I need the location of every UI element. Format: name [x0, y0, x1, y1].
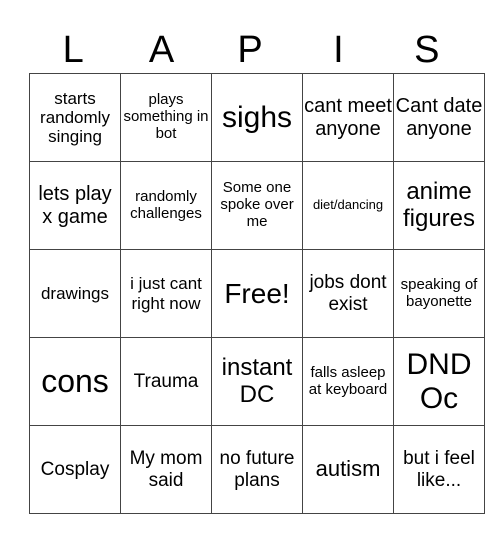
bingo-cell[interactable]: starts randomly singing	[29, 73, 121, 162]
bingo-cell[interactable]: falls asleep at keyboard	[302, 337, 394, 426]
bingo-cell[interactable]: lets play x game	[29, 161, 121, 250]
bingo-cell[interactable]: but i feel like...	[393, 425, 485, 514]
bingo-cell[interactable]: drawings	[29, 249, 121, 338]
bingo-cell[interactable]: plays something in bot	[120, 73, 212, 162]
bingo-board: starts randomly singing plays something …	[29, 73, 485, 514]
board-row: Cosplay My mom said no future plans auti…	[29, 425, 485, 514]
header-letter-s: S	[414, 29, 440, 71]
bingo-cell[interactable]: speaking of bayonette	[393, 249, 485, 338]
bingo-cell[interactable]: cons	[29, 337, 121, 426]
bingo-cell[interactable]: jobs dont exist	[302, 249, 394, 338]
board-row: cons Trauma instant DC falls asleep at k…	[29, 337, 485, 426]
bingo-cell[interactable]: anime figures	[393, 161, 485, 250]
bingo-cell[interactable]: i just cant right now	[120, 249, 212, 338]
board-row: lets play x game randomly challenges Som…	[29, 161, 485, 250]
bingo-cell[interactable]: sighs	[211, 73, 303, 162]
bingo-cell[interactable]: Cant date anyone	[393, 73, 485, 162]
bingo-cell[interactable]: instant DC	[211, 337, 303, 426]
board-row: starts randomly singing plays something …	[29, 73, 485, 162]
bingo-cell[interactable]: Trauma	[120, 337, 212, 426]
header-letter-i: I	[333, 29, 344, 71]
bingo-cell[interactable]: Some one spoke over me	[211, 161, 303, 250]
header-letter-a: A	[148, 29, 175, 71]
bingo-cell[interactable]: randomly challenges	[120, 161, 212, 250]
bingo-header: L A P I S	[29, 28, 471, 72]
board-row: drawings i just cant right now Free! job…	[29, 249, 485, 338]
free-space-cell[interactable]: Free!	[211, 249, 303, 338]
bingo-cell[interactable]: cant meet anyone	[302, 73, 394, 162]
bingo-cell[interactable]: diet/dancing	[302, 161, 394, 250]
header-letter-p: P	[237, 29, 263, 71]
bingo-cell[interactable]: My mom said	[120, 425, 212, 514]
bingo-cell[interactable]: no future plans	[211, 425, 303, 514]
bingo-cell[interactable]: Cosplay	[29, 425, 121, 514]
bingo-cell[interactable]: DND Oc	[393, 337, 485, 426]
bingo-cell[interactable]: autism	[302, 425, 394, 514]
header-letter-l: L	[62, 29, 84, 71]
